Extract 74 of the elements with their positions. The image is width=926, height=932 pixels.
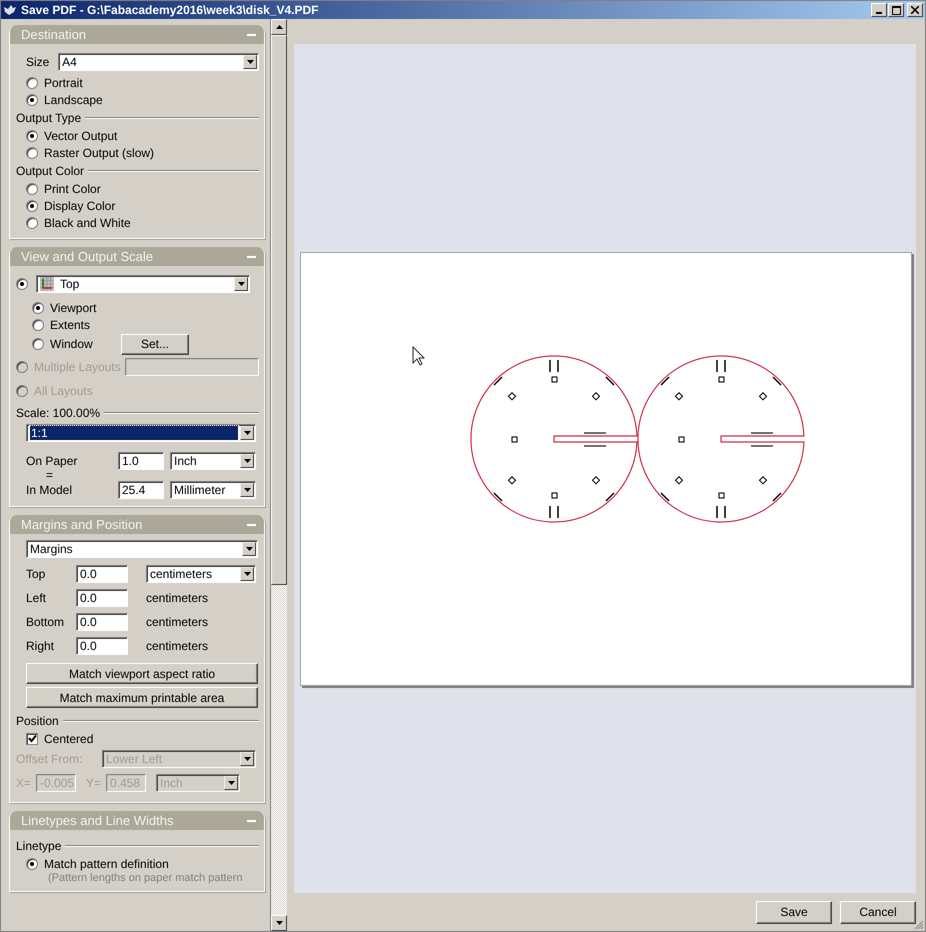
- margin-field[interactable]: 0.0: [76, 637, 128, 655]
- scroll-thumb[interactable]: [271, 35, 287, 585]
- radio-label: Black and White: [44, 216, 131, 230]
- radio-button[interactable]: [32, 302, 44, 314]
- unit-label: centimeters: [146, 639, 208, 653]
- radio-button[interactable]: [26, 146, 38, 158]
- equals-sign: =: [46, 470, 54, 481]
- radio-label: Vector Output: [44, 128, 118, 142]
- unit-label: centimeters: [146, 591, 208, 605]
- scroll-up-icon[interactable]: [271, 19, 287, 35]
- size-dropdown[interactable]: A4: [58, 53, 259, 71]
- match-button[interactable]: Match maximum printable area: [26, 687, 258, 708]
- radio-button[interactable]: [26, 94, 38, 106]
- maximize-icon: [892, 6, 900, 14]
- field-label: In Model: [26, 483, 74, 497]
- margin-field[interactable]: 0.0: [76, 565, 128, 583]
- in-model-field[interactable]: 25.4: [118, 481, 164, 499]
- layouts-field[interactable]: [125, 358, 259, 376]
- checkbox-label: Centered: [44, 732, 94, 746]
- radio-label: Extents: [50, 318, 90, 332]
- on-paper-field[interactable]: 1.0: [118, 452, 164, 470]
- unit-dropdown[interactable]: Inch: [170, 452, 256, 470]
- radio-label: Window: [50, 337, 93, 351]
- radio-button[interactable]: [32, 338, 44, 350]
- section-heading: Output Type: [16, 110, 82, 124]
- radio-button[interactable]: [16, 278, 28, 290]
- radio-button[interactable]: [26, 216, 38, 228]
- grid-view-icon: [40, 277, 54, 291]
- field-label: Size: [26, 55, 50, 69]
- close-icon: [911, 6, 919, 14]
- radio-label: Match pattern definition: [44, 856, 169, 870]
- radio-label: Landscape: [44, 92, 103, 106]
- field-label: Bottom: [26, 615, 66, 629]
- scroll-down-icon[interactable]: [271, 915, 287, 931]
- close-button[interactable]: [907, 3, 923, 17]
- radio-label: Display Color: [44, 198, 116, 212]
- dialog-button[interactable]: Save: [756, 900, 832, 924]
- section-heading: Scale: 100.00%: [16, 406, 100, 420]
- set-button[interactable]: Set...: [121, 334, 189, 354]
- radio-label: Raster Output (slow): [44, 146, 154, 160]
- margins-dropdown[interactable]: Margins: [26, 540, 258, 558]
- scrollbar[interactable]: [270, 19, 287, 931]
- app-icon: [3, 3, 17, 17]
- radio-label: Portrait: [44, 76, 83, 90]
- window-title: Save PDF - G:\Fabacademy2016\week3\disk_V4.PDF: [21, 3, 318, 17]
- section-heading: Linetype: [16, 838, 62, 852]
- unit-label: centimeters: [146, 615, 208, 629]
- radio-button[interactable]: [26, 200, 38, 212]
- radio-button[interactable]: [26, 76, 38, 88]
- mouse-pointer-icon: [412, 346, 425, 366]
- field-label: On Paper: [26, 454, 78, 468]
- section-heading: Position: [16, 714, 59, 728]
- radio-button[interactable]: [26, 182, 38, 194]
- margin-field[interactable]: 0.0: [76, 613, 128, 631]
- view-dropdown[interactable]: Top: [36, 275, 250, 293]
- radio-button[interactable]: [32, 318, 44, 330]
- radio-label: Print Color: [44, 182, 101, 196]
- field-label: Right: [26, 639, 56, 653]
- field-label: Top: [26, 567, 46, 581]
- match-button[interactable]: Match viewport aspect ratio: [26, 663, 258, 684]
- maximize-button[interactable]: [888, 3, 904, 17]
- radio-button[interactable]: [26, 858, 38, 870]
- unit-dropdown[interactable]: Millimeter: [170, 481, 256, 499]
- unit-dropdown[interactable]: centimeters: [146, 565, 256, 583]
- section-heading: Output Color: [16, 164, 84, 178]
- field-label: Left: [26, 591, 48, 605]
- minimize-button[interactable]: [871, 3, 887, 17]
- option-note: (Pattern lengths on paper match pattern: [48, 872, 244, 884]
- dialog-button[interactable]: Cancel: [840, 900, 916, 924]
- radio-button[interactable]: [26, 130, 38, 142]
- scale-dropdown[interactable]: 1:1: [26, 424, 256, 442]
- checkbox[interactable]: [26, 732, 38, 744]
- margin-field[interactable]: 0.0: [76, 589, 128, 607]
- radio-label: Viewport: [50, 300, 96, 314]
